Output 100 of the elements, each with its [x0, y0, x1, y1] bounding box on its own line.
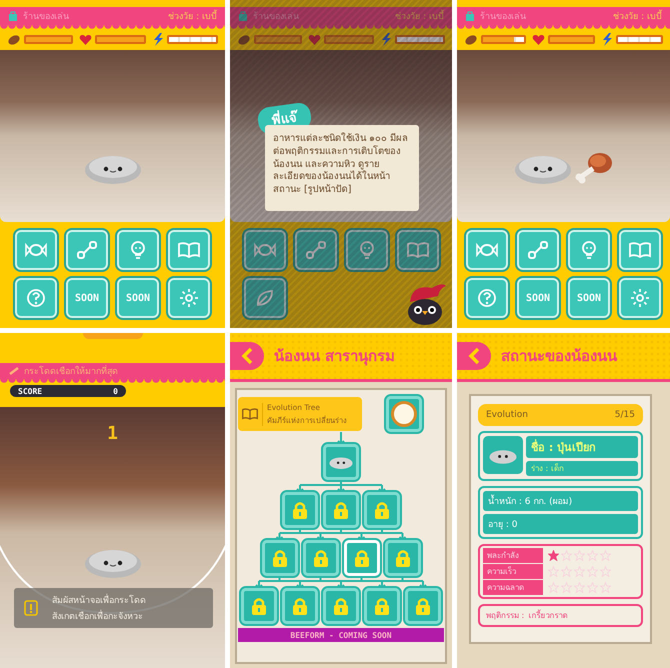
leaf-button[interactable] — [244, 278, 286, 318]
help-icon — [26, 288, 46, 308]
book-icon — [178, 242, 200, 258]
score-value: 0 — [113, 386, 118, 396]
star-icon — [561, 550, 572, 561]
slime-icon — [329, 455, 353, 469]
star-icon — [587, 566, 598, 577]
soon-button[interactable]: SOON — [568, 278, 610, 318]
egg-node[interactable] — [386, 396, 422, 432]
dumbbell-icon — [306, 240, 326, 260]
age-label: ช่วงวัย : เบบี้ — [613, 9, 662, 23]
game-title: กระโดดเชือกให้มากที่สุด — [24, 364, 118, 378]
locked-node[interactable] — [364, 492, 400, 528]
help-button[interactable] — [15, 278, 57, 318]
locked-node[interactable] — [282, 492, 318, 528]
lock-icon — [312, 549, 330, 567]
star-icon — [561, 566, 572, 577]
locked-node[interactable] — [262, 540, 298, 576]
age-label: ช่วงวัย : เบบี้ — [395, 9, 444, 23]
dumbbell-button[interactable] — [294, 230, 336, 270]
back-icon — [240, 347, 254, 365]
locked-node[interactable] — [282, 588, 318, 624]
star-icon — [548, 550, 559, 561]
dumbbell-icon — [528, 240, 548, 260]
candy-icon — [476, 241, 498, 259]
back-button[interactable] — [230, 342, 264, 370]
help-button[interactable] — [466, 278, 508, 318]
gear-button[interactable] — [168, 278, 210, 318]
candy-button[interactable] — [15, 230, 57, 270]
pet-node[interactable] — [323, 444, 359, 480]
coming-soon-banner: BEEFORM - COMING SOON — [238, 628, 444, 642]
locked-node[interactable] — [302, 540, 338, 576]
lightning-icon — [600, 33, 613, 46]
bulb-button[interactable] — [346, 230, 388, 270]
meat-icon — [464, 34, 478, 46]
page-title: น้องนน สารานุกรม — [274, 346, 396, 368]
bulb-button[interactable] — [568, 230, 610, 270]
pet-weight: น้ำหนัก : 6 กก. (ผอม) — [483, 491, 638, 511]
tip-text: สังเกตเชือกเพื่อกะจังหวะ — [52, 609, 146, 623]
behavior-label: พฤติกรรม : — [486, 610, 524, 622]
star-icon — [587, 582, 598, 593]
meat-icon — [237, 34, 251, 46]
book-button[interactable] — [619, 230, 661, 270]
locked-node[interactable] — [364, 588, 400, 624]
stat-label: ความฉลาด — [483, 580, 543, 595]
lightning-icon — [152, 33, 164, 46]
lock-icon — [332, 597, 350, 615]
locked-node[interactable] — [323, 492, 359, 528]
page-title: สถานะของน้องนน — [501, 346, 617, 367]
soon-button[interactable]: SOON — [66, 278, 108, 318]
book-button[interactable] — [396, 230, 438, 270]
star-icon — [600, 582, 611, 593]
bag-icon — [465, 11, 475, 21]
lightbulb-icon — [129, 240, 147, 260]
stat-label: พละกำลัง — [483, 548, 543, 563]
pet-age: อายุ : 0 — [483, 514, 638, 534]
lock-icon — [332, 501, 350, 519]
star-icon — [548, 582, 559, 593]
star-icon — [600, 566, 611, 577]
lock-icon — [291, 501, 309, 519]
candy-icon — [254, 241, 276, 259]
gear-button[interactable] — [619, 278, 661, 318]
back-button[interactable] — [457, 342, 491, 370]
age-label: ช่วงวัย : เบบี้ — [168, 9, 217, 23]
lock-icon — [250, 597, 268, 615]
book-icon — [629, 242, 651, 258]
warning-icon — [24, 600, 38, 616]
star-icon — [574, 566, 585, 577]
speech-bubble: อาหารแต่ละชนิดใช้เงิน ๑๐๐ มีผลต่อพฤติกรรมและการเติบโตของน้องนน และความหิว ดูรายละเอียดของน้องนนได้ในหน้าสถานะ [รูปหน้าปัด] — [265, 125, 419, 212]
settings-icon — [630, 288, 650, 308]
star-icon — [600, 550, 611, 561]
dumbbell-button[interactable] — [66, 230, 108, 270]
candy-icon — [25, 241, 47, 259]
candy-button[interactable] — [244, 230, 286, 270]
book-icon — [406, 242, 428, 258]
evolution-label: Evolution — [486, 410, 528, 420]
soon-button[interactable]: SOON — [517, 278, 559, 318]
locked-node[interactable] — [405, 588, 441, 624]
leaf-icon — [254, 288, 274, 308]
locked-node[interactable] — [241, 588, 277, 624]
bag-icon — [238, 11, 248, 21]
bulb-button[interactable] — [117, 230, 159, 270]
locked-node[interactable] — [384, 540, 420, 576]
soon-button[interactable]: SOON — [117, 278, 159, 318]
star-icon — [574, 550, 585, 561]
meat-icon — [7, 34, 21, 46]
book-button[interactable] — [168, 230, 210, 270]
settings-icon — [179, 288, 199, 308]
candy-button[interactable] — [466, 230, 508, 270]
score-label: SCORE — [18, 386, 42, 396]
drumstick-icon — [574, 150, 614, 184]
back-icon — [467, 347, 481, 365]
dumbbell-button[interactable] — [517, 230, 559, 270]
pet-form: ร่าง : เด็ก — [526, 461, 638, 476]
star-icon — [548, 566, 559, 577]
lock-icon — [270, 549, 288, 567]
locked-node[interactable] — [323, 588, 359, 624]
location-label: ร้านของเล่น — [23, 10, 70, 23]
pet-name: ชื่อ : ปุ่นเปียก — [526, 436, 638, 458]
star-icon — [561, 582, 572, 593]
